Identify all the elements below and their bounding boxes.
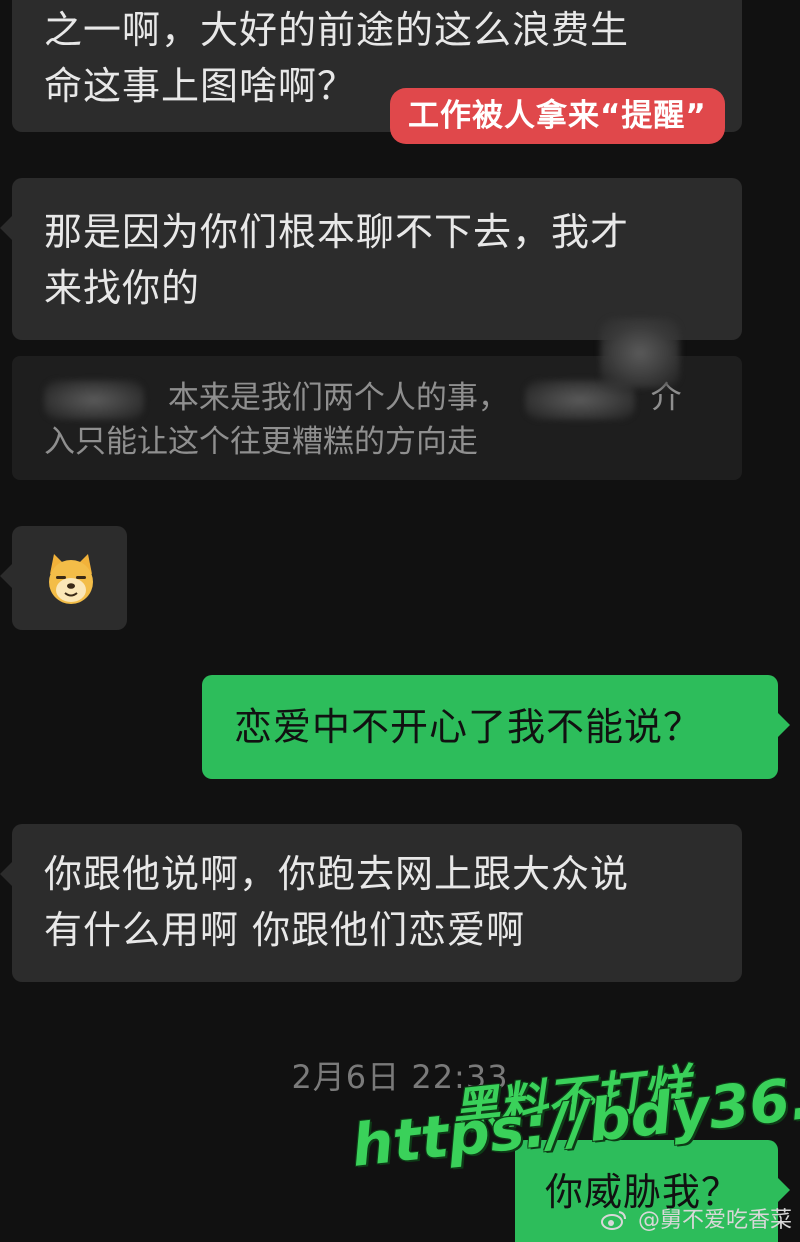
incoming-message-bubble[interactable]: 那是因为你们根本聊不下去，我才 来找你的	[0, 178, 742, 340]
message-text: 恋爱中不开心了我不能说？	[234, 705, 703, 749]
annotation-label: 工作被人拿来“提醒”	[390, 88, 725, 144]
message-text-line: 你跟他说啊，你跑去网上跟大众说	[44, 852, 630, 896]
message-text-line: 那是因为你们根本聊不下去，我才	[44, 210, 630, 254]
quoted-text: 入只能让这个往更糟糕的方向走	[44, 424, 478, 460]
incoming-message-bubble[interactable]: 你跟他说啊，你跑去网上跟大众说 有什么用啊 你跟他们恋爱啊	[0, 824, 742, 982]
message-text-line: 有什么用啊 你跟他们恋爱啊	[44, 908, 526, 952]
message-text-line: 来找你的	[44, 266, 201, 310]
redacted-avatar-smudge	[600, 318, 680, 388]
redacted-name	[44, 379, 144, 420]
outgoing-message-bubble[interactable]: 恋爱中不开心了我不能说？	[202, 675, 790, 779]
footer-credit-text: @舅不爱吃香菜	[637, 1208, 792, 1233]
chat-screen: 之一啊，大好的前途的这么浪费生 命这事上图啥啊？ 工作被人拿来“提醒” 那是因为…	[0, 0, 800, 1242]
doge-emoji-icon	[49, 554, 93, 604]
incoming-message-bubble[interactable]	[0, 526, 127, 630]
message-text-line: 之一啊，大好的前途的这么浪费生	[44, 8, 630, 52]
footer-credit: @舅不爱吃香菜	[600, 1202, 792, 1234]
quoted-text: 本来是我们两个人的事，	[167, 380, 509, 416]
weibo-icon	[600, 1211, 626, 1230]
